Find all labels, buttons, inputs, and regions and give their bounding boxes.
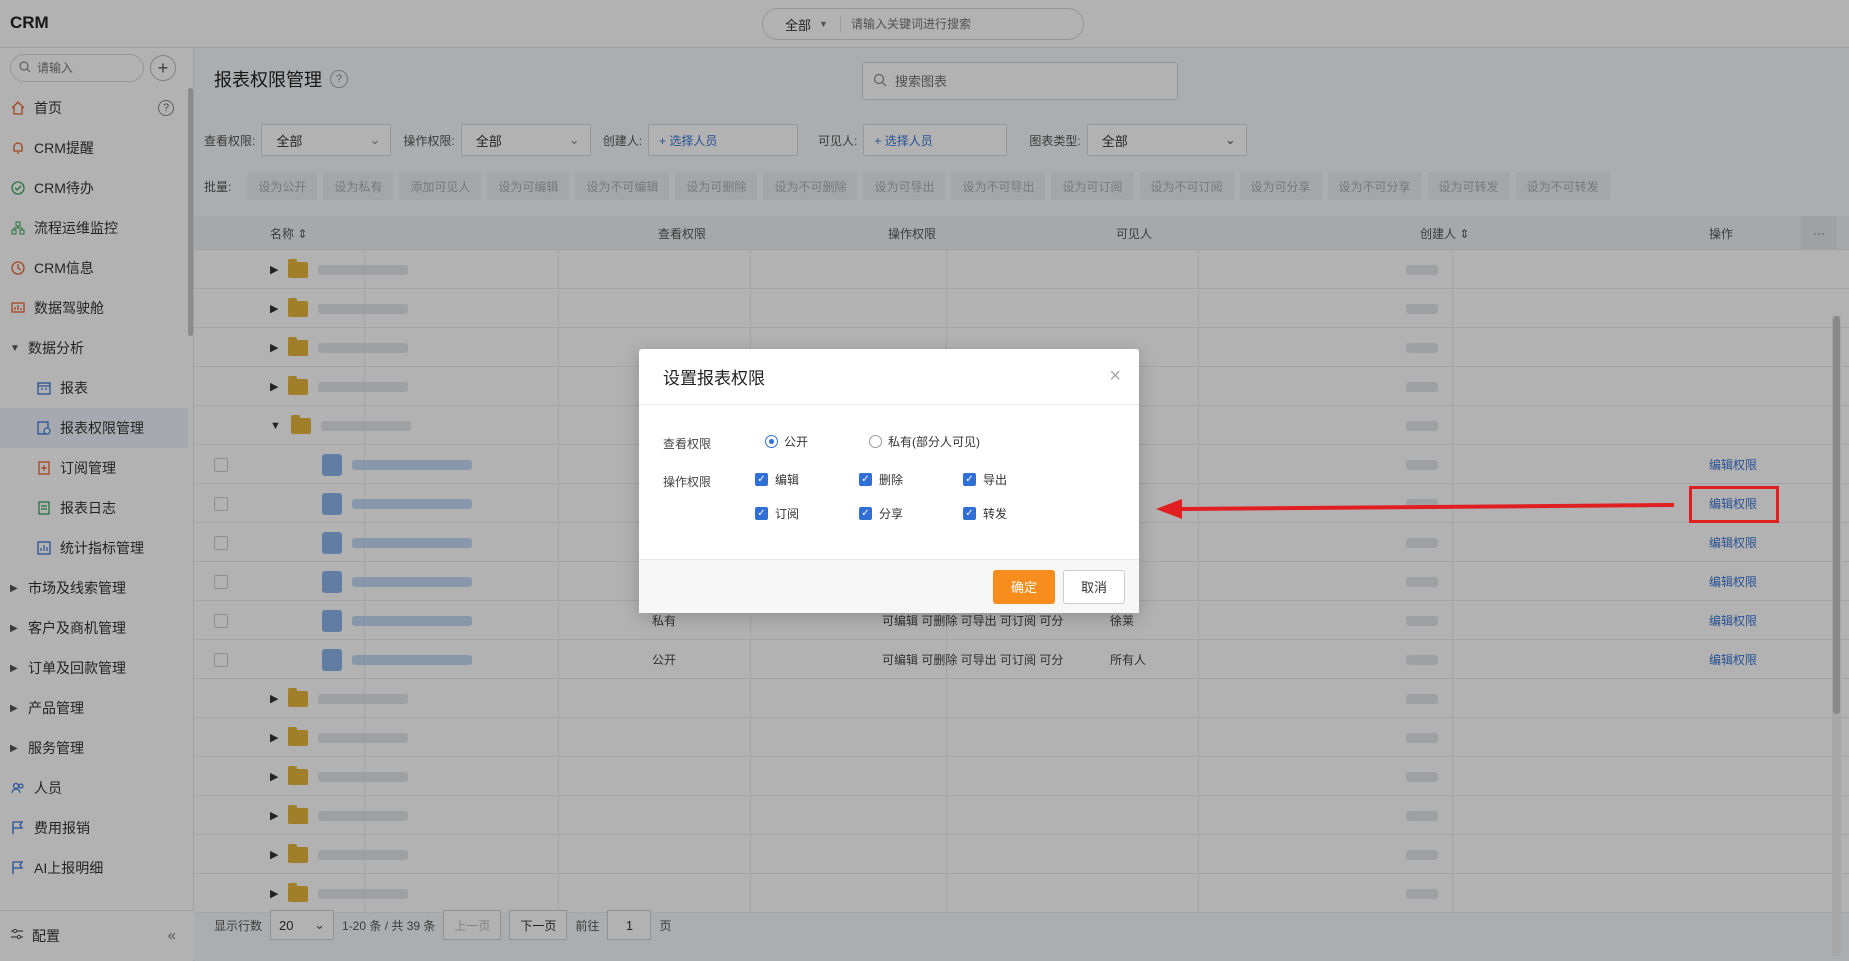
checkbox-share[interactable]: ✓ 分享 [859,505,903,522]
annotation-highlight-box [1689,486,1779,523]
close-icon[interactable]: × [1109,366,1121,386]
checkbox-label: 编辑 [775,473,800,487]
radio-label: 私有(部分人可见) [888,435,980,449]
radio-label: 公开 [784,435,809,449]
checkbox-checked-icon: ✓ [755,473,768,486]
op-perm-label: 操作权限 [663,475,712,489]
dialog-body: 查看权限 公开 私有(部分人可见) 操作权限 ✓ 编辑 ✓ 删除 ✓ 导出 ✓ … [639,405,1139,559]
radio-public[interactable]: 公开 [765,433,808,450]
checkbox-subscribe[interactable]: ✓ 订阅 [755,505,799,522]
checkbox-forward[interactable]: ✓ 转发 [963,505,1007,522]
radio-private[interactable]: 私有(部分人可见) [869,433,980,450]
checkbox-label: 订阅 [775,507,800,521]
checkbox-label: 删除 [879,473,904,487]
checkbox-checked-icon: ✓ [963,473,976,486]
cancel-button[interactable]: 取消 [1063,569,1125,604]
radio-unchecked-icon [869,435,882,448]
dialog-footer: 确定 取消 [639,559,1139,613]
radio-checked-icon [765,435,778,448]
annotation-arrow-icon [1156,499,1675,519]
checkbox-checked-icon: ✓ [963,507,976,520]
checkbox-delete[interactable]: ✓ 删除 [859,471,903,488]
dialog-title: 设置报表权限 [663,369,765,388]
checkbox-checked-icon: ✓ [859,507,872,520]
checkbox-export[interactable]: ✓ 导出 [963,471,1007,488]
checkbox-checked-icon: ✓ [859,473,872,486]
checkbox-edit[interactable]: ✓ 编辑 [755,471,799,488]
permission-dialog: 设置报表权限 × 查看权限 公开 私有(部分人可见) 操作权限 ✓ 编辑 ✓ 删… [639,349,1139,613]
confirm-button[interactable]: 确定 [993,569,1055,604]
dialog-header: 设置报表权限 × [639,349,1139,405]
checkbox-label: 导出 [983,473,1008,487]
checkbox-checked-icon: ✓ [755,507,768,520]
checkbox-label: 分享 [879,507,904,521]
view-perm-label: 查看权限 [663,437,712,451]
checkbox-label: 转发 [983,507,1008,521]
